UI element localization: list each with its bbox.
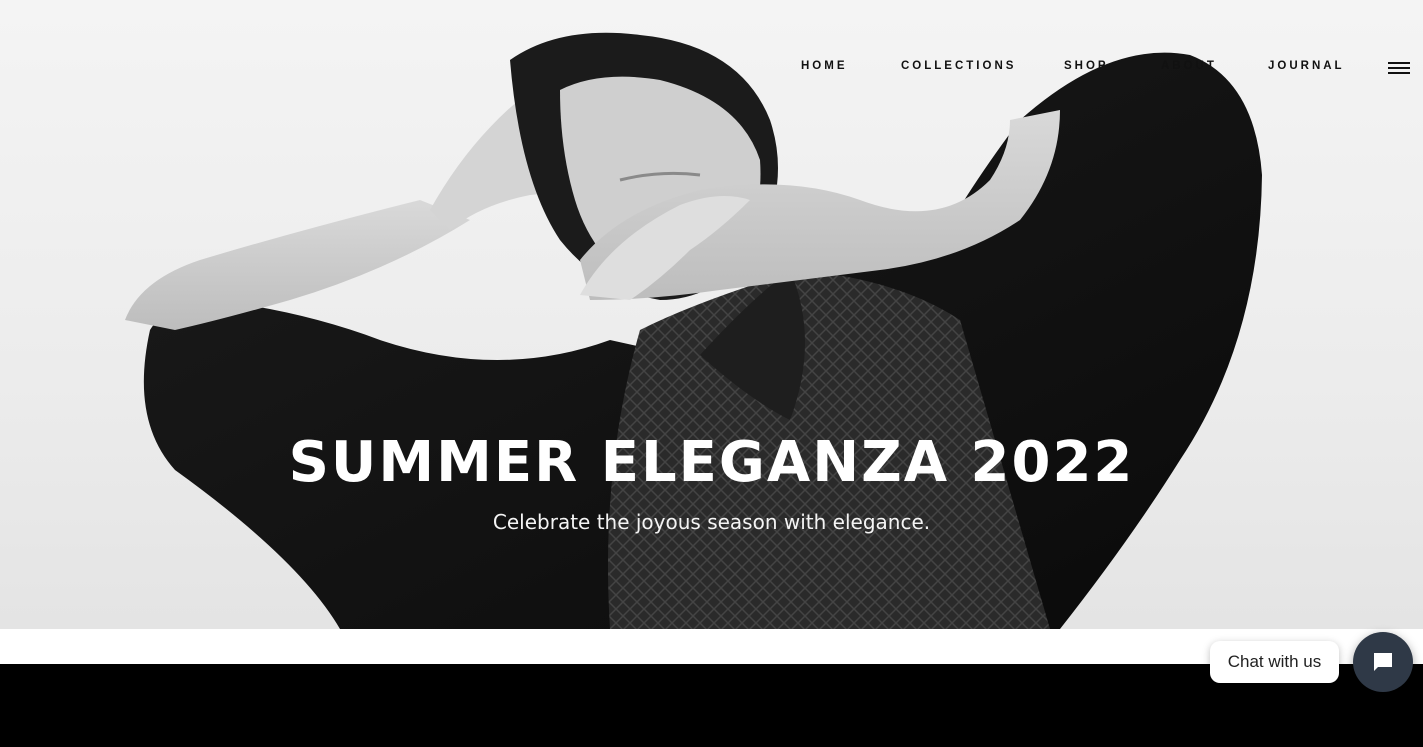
nav-home-link[interactable]: HOME: [801, 60, 848, 72]
black-section: [0, 664, 1423, 747]
hero-section: HOME COLLECTIONS SHOP ABOUT JOURNAL SUMM…: [0, 0, 1423, 629]
nav-collections-link[interactable]: COLLECTIONS: [901, 60, 1016, 72]
hamburger-menu-icon[interactable]: [1388, 60, 1411, 76]
hero-image: [125, 32, 1262, 629]
nav-shop-link[interactable]: SHOP: [1064, 60, 1109, 72]
hero-title: SUMMER ELEGANZA 2022: [288, 430, 1135, 495]
chat-icon: [1374, 653, 1392, 671]
chat-with-us-label[interactable]: Chat with us: [1210, 641, 1339, 683]
nav-about-link[interactable]: ABOUT: [1161, 60, 1217, 72]
chat-launcher-button[interactable]: [1353, 632, 1413, 692]
nav-journal-link[interactable]: JOURNAL: [1268, 60, 1345, 72]
main-nav: HOME COLLECTIONS SHOP ABOUT JOURNAL: [0, 60, 1423, 76]
hero-subtitle: Celebrate the joyous season with eleganc…: [492, 510, 931, 534]
